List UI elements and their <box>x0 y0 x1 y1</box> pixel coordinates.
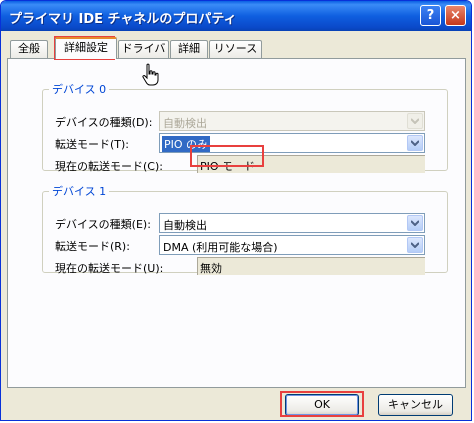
device0-type-row: デバイスの種類(D): 自動検出 <box>55 111 441 131</box>
device1-title: デバイス 1 <box>52 185 107 198</box>
device0-group: デバイス 0 デバイスの種類(D): 自動検出 転送モード(T): PIO のみ <box>42 81 448 173</box>
close-button[interactable]: × <box>445 5 466 26</box>
chevron-down-icon[interactable] <box>407 135 423 151</box>
window-title: プライマリ IDE チャネルのプロパティ <box>9 12 237 27</box>
device1-group: デバイス 1 デバイスの種類(E): 自動検出 転送モード(R): DMA (利… <box>42 183 448 275</box>
title-bar[interactable]: プライマリ IDE チャネルのプロパティ ? × <box>1 1 471 31</box>
device0-mode-label: 転送モード(T): <box>55 138 130 151</box>
tab-general[interactable]: 全般 <box>10 40 48 58</box>
device1-mode-value: DMA (利用可能な場合) <box>163 241 278 254</box>
tab-details[interactable]: 詳細 <box>170 40 208 58</box>
device0-current-value: PIO モード <box>200 160 256 173</box>
device1-mode-select[interactable]: DMA (利用可能な場合) <box>159 235 425 255</box>
tab-advanced-settings[interactable]: 詳細設定 <box>55 37 117 59</box>
ok-button[interactable]: OK <box>285 394 359 416</box>
hand-pointer-icon <box>142 63 159 86</box>
device1-current-row: 現在の転送モード(U): 無効 <box>55 257 441 277</box>
device0-type-select: 自動検出 <box>159 111 425 131</box>
device1-type-value: 自動検出 <box>163 219 207 232</box>
device1-mode-row: 転送モード(R): DMA (利用可能な場合) <box>55 235 441 255</box>
device1-current-label: 現在の転送モード(U): <box>55 262 164 275</box>
device1-type-label: デバイスの種類(E): <box>55 218 151 231</box>
device1-mode-label: 転送モード(R): <box>55 240 130 253</box>
device0-current-row: 現在の転送モード(C): PIO モード <box>55 155 441 175</box>
device0-mode-value: PIO のみ <box>162 136 211 152</box>
device1-type-row: デバイスの種類(E): 自動検出 <box>55 213 441 233</box>
device1-current-value: 無効 <box>200 262 222 275</box>
chevron-down-icon[interactable] <box>407 215 423 231</box>
cancel-button[interactable]: キャンセル <box>378 394 453 416</box>
tab-resources[interactable]: リソース <box>209 40 262 58</box>
tab-driver[interactable]: ドライバ <box>118 40 169 58</box>
device0-title: デバイス 0 <box>52 83 107 96</box>
device0-type-value: 自動検出 <box>163 117 207 130</box>
device1-type-select[interactable]: 自動検出 <box>159 213 425 233</box>
device0-mode-select[interactable]: PIO のみ <box>159 133 425 153</box>
device0-current-field: PIO モード <box>197 155 425 173</box>
tab-strip: 全般 詳細設定 ドライバ 詳細 リソース <box>7 37 465 59</box>
help-button[interactable]: ? <box>420 5 441 26</box>
device0-current-label: 現在の転送モード(C): <box>55 160 163 173</box>
chevron-down-icon <box>407 113 423 129</box>
device0-mode-row: 転送モード(T): PIO のみ <box>55 133 441 153</box>
device0-type-label: デバイスの種類(D): <box>55 116 153 129</box>
device1-current-field: 無効 <box>197 257 425 275</box>
tab-panel: デバイス 0 デバイスの種類(D): 自動検出 転送モード(T): PIO のみ <box>7 58 466 388</box>
chevron-down-icon[interactable] <box>407 237 423 253</box>
properties-dialog: プライマリ IDE チャネルのプロパティ ? × 全般 詳細設定 ドライバ 詳細… <box>0 0 472 421</box>
